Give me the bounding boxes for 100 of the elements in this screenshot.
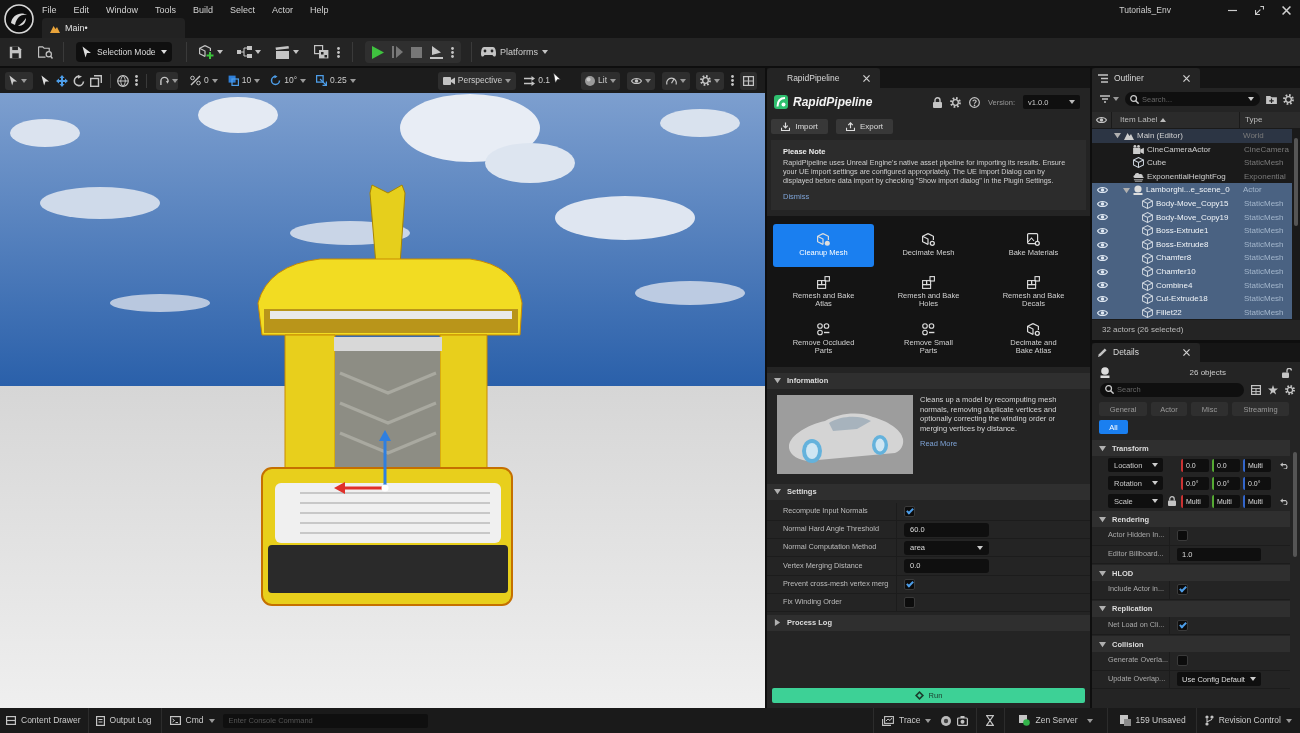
eye-icon[interactable]	[1096, 226, 1108, 235]
eye-icon[interactable]	[1096, 240, 1108, 249]
more-options-icon[interactable]	[135, 75, 138, 86]
checkbox[interactable]	[1177, 655, 1188, 667]
eye-icon[interactable]	[1096, 213, 1108, 222]
performance-dropdown[interactable]	[662, 71, 690, 90]
menu-item[interactable]: File	[42, 4, 57, 16]
export-button[interactable]: Export	[836, 119, 893, 134]
eye-icon[interactable]	[1096, 294, 1108, 303]
eye-icon[interactable]	[1096, 116, 1107, 124]
menu-item[interactable]: Window	[106, 4, 139, 16]
outliner-row[interactable]: Main (Editor) World	[1092, 129, 1292, 143]
transform-gizmo-icon[interactable]	[334, 430, 391, 494]
add-actor-dropdown[interactable]	[199, 45, 223, 59]
close-icon[interactable]	[1183, 74, 1190, 82]
disclosure-triangle-icon[interactable]	[1099, 605, 1106, 612]
disclosure-triangle-icon[interactable]	[1099, 444, 1106, 452]
table-icon[interactable]	[1251, 384, 1261, 395]
menu-item[interactable]: Edit	[73, 4, 90, 16]
menu-item[interactable]: Actor	[272, 4, 294, 16]
skip-frame-icon[interactable]	[392, 46, 403, 58]
star-icon[interactable]	[1268, 384, 1278, 395]
eye-icon[interactable]	[1096, 186, 1108, 195]
snap-value-dropdown[interactable]: 10°	[270, 75, 307, 86]
hourglass-icon[interactable]	[986, 715, 995, 726]
logo-icon[interactable]	[4, 4, 34, 34]
scrollbar-thumb[interactable]	[1293, 452, 1297, 557]
disclosure-triangle-icon[interactable]	[1123, 186, 1130, 194]
outliner-row[interactable]: ExponentialHeightFog Exponential	[1092, 169, 1292, 184]
blueprint-dropdown[interactable]	[237, 46, 261, 58]
disclosure-triangle-icon[interactable]	[774, 488, 781, 496]
outliner-row[interactable]: Lamborghi...e_scene_0 Actor	[1092, 183, 1292, 197]
disclosure-triangle-icon[interactable]	[774, 619, 781, 627]
projection-dropdown[interactable]: Perspective	[437, 71, 517, 90]
menu-item[interactable]: Tools	[155, 4, 177, 16]
disclosure-triangle-icon[interactable]	[1099, 640, 1106, 648]
view-mode-dropdown[interactable]: Lit	[581, 71, 620, 90]
outliner-row[interactable]: CineCameraActor CineCamera	[1092, 142, 1292, 157]
column-header[interactable]: Item Label	[1120, 115, 1158, 125]
move-arrows-icon[interactable]	[56, 74, 68, 87]
snap-value-dropdown[interactable]: 10	[227, 75, 261, 86]
checkbox[interactable]	[1177, 530, 1188, 542]
outliner-row[interactable]: Boss-Extrude1 StaticMesh	[1092, 224, 1292, 238]
checkbox[interactable]	[904, 596, 915, 608]
lock-icon[interactable]	[1168, 496, 1176, 506]
scale-icon[interactable]	[90, 74, 102, 87]
stop-icon[interactable]	[411, 46, 422, 58]
disclosure-triangle-icon[interactable]	[1099, 569, 1106, 577]
eye-icon[interactable]	[1096, 267, 1108, 276]
layers-icon[interactable]	[314, 45, 329, 59]
eye-icon[interactable]	[1096, 308, 1108, 317]
menu-item[interactable]: Build	[193, 4, 214, 16]
more-options-icon[interactable]	[337, 46, 340, 58]
mode-dropdown[interactable]	[5, 71, 33, 90]
platforms-dropdown[interactable]: Platforms	[481, 46, 548, 58]
trace-dropdown[interactable]: Trace	[882, 715, 932, 726]
mode-dropdown[interactable]: Selection Mode	[76, 42, 172, 62]
column-header[interactable]: Type	[1240, 115, 1263, 125]
command-dropdown[interactable]: Cmd	[169, 715, 215, 726]
restore-icon[interactable]	[1255, 5, 1264, 15]
close-icon[interactable]	[1282, 5, 1291, 15]
outliner-row[interactable]: Chamfer8 StaticMesh	[1092, 251, 1292, 265]
zen-server-dropdown[interactable]: Zen Server	[1019, 715, 1093, 726]
import-button[interactable]: Import	[771, 119, 828, 134]
play-icon[interactable]	[372, 45, 384, 59]
browse-icon[interactable]	[38, 45, 53, 59]
close-icon[interactable]	[1183, 349, 1190, 356]
settings-icon[interactable]	[949, 96, 961, 108]
eye-icon[interactable]	[631, 76, 642, 85]
filter-dropdown[interactable]	[1100, 95, 1119, 103]
globe-icon[interactable]	[117, 74, 129, 87]
disclosure-triangle-icon[interactable]	[1114, 132, 1121, 140]
settings-icon[interactable]	[700, 75, 711, 86]
settings-dropdown[interactable]	[696, 71, 724, 90]
output-log-button[interactable]: Output Log	[95, 715, 152, 726]
checkbox[interactable]	[1177, 619, 1188, 631]
eye-icon[interactable]	[1096, 281, 1108, 290]
disclosure-triangle-icon[interactable]	[774, 377, 781, 385]
show-dropdown[interactable]	[627, 71, 655, 90]
more-options-icon[interactable]	[731, 75, 734, 86]
record-icon[interactable]	[941, 715, 952, 726]
pointer-icon[interactable]	[41, 75, 50, 86]
snap-value-dropdown[interactable]: 0.25	[316, 75, 356, 86]
layout-grid-icon[interactable]	[743, 75, 754, 86]
checkbox[interactable]	[1177, 584, 1188, 596]
help-icon[interactable]	[968, 96, 980, 108]
reset-arrow-icon[interactable]	[1279, 497, 1289, 505]
reset-arrow-icon[interactable]	[1279, 461, 1289, 469]
checkbox[interactable]	[904, 578, 915, 590]
more-options-icon[interactable]	[451, 46, 454, 58]
outliner-row[interactable]: Cut-Extrude18 StaticMesh	[1092, 292, 1292, 306]
snap-value-dropdown[interactable]: 0	[190, 75, 218, 86]
revision-control-dropdown[interactable]: Revision Control	[1204, 715, 1292, 726]
document-tab[interactable]: Main•	[42, 18, 185, 38]
scrollbar-thumb[interactable]	[1294, 138, 1298, 226]
screenshot-icon[interactable]	[957, 715, 969, 726]
rotate-icon[interactable]	[73, 74, 85, 87]
settings-icon[interactable]	[1283, 93, 1294, 105]
close-icon[interactable]	[863, 74, 870, 82]
camera-speed-dropdown[interactable]: 0.1	[524, 75, 550, 86]
